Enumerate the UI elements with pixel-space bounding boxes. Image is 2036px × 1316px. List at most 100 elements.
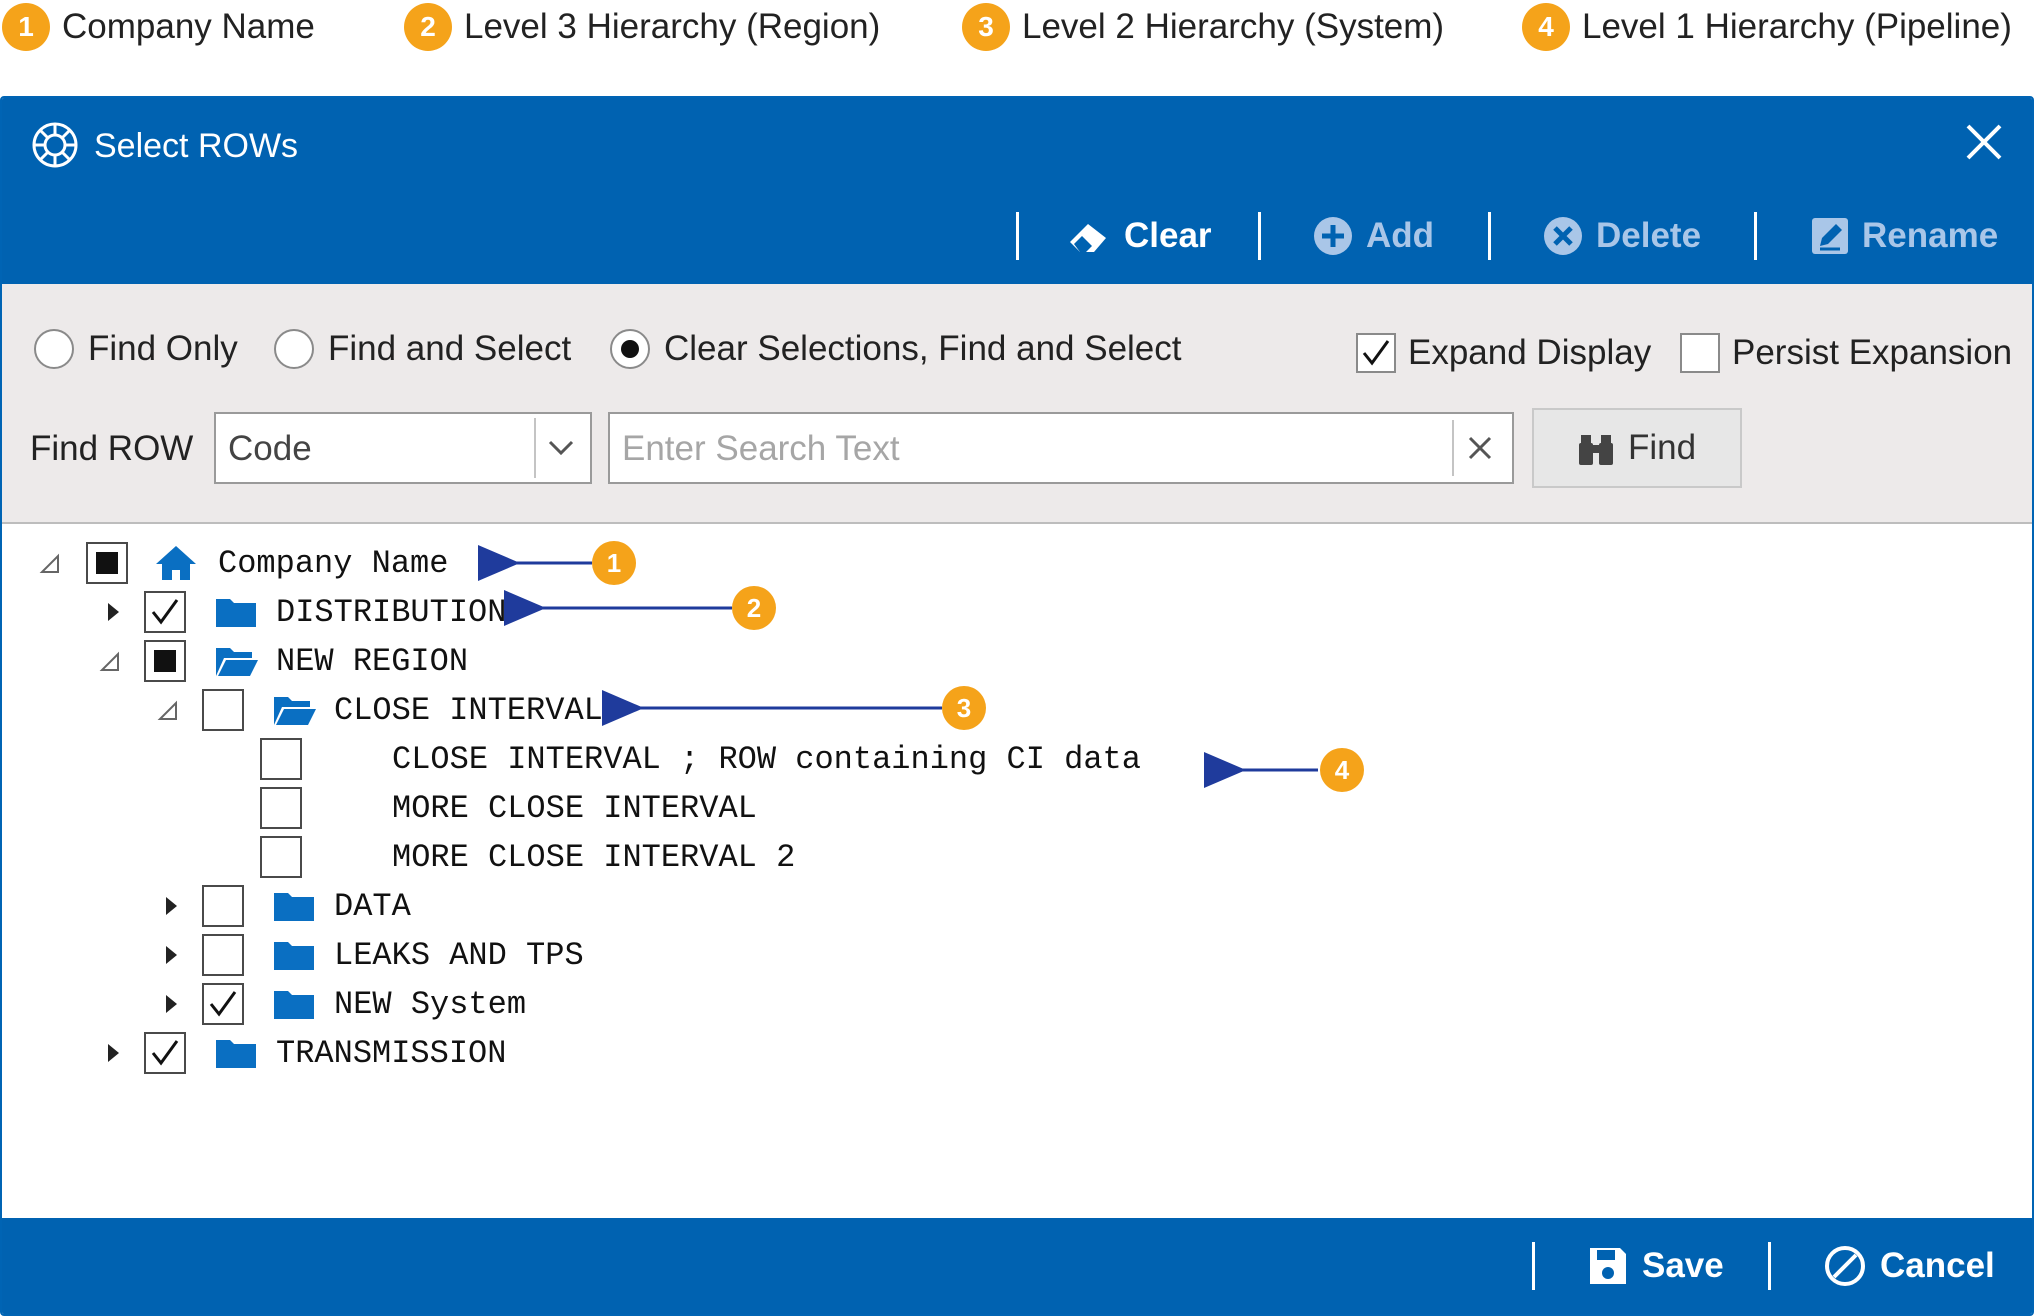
find-only-radio[interactable]: Find Only (34, 324, 238, 374)
checkbox-box (1356, 333, 1396, 373)
toolbar-separator (1754, 212, 1757, 260)
legend-label: Level 1 Hierarchy (Pipeline) (1582, 7, 2012, 46)
tree-node-close-interval[interactable]: CLOSE INTERVAL (2, 687, 902, 735)
folder-icon (274, 991, 314, 1019)
app-logo-icon (32, 122, 78, 168)
find-row-label: Find ROW (30, 429, 194, 468)
chevron-down-icon (548, 440, 574, 456)
x-circle-icon (1544, 217, 1582, 255)
tree-checkbox-partial[interactable] (144, 640, 186, 682)
annotation-badge-2: 2 (732, 586, 776, 630)
collapse-icon[interactable] (34, 548, 64, 578)
tree-node-data[interactable]: DATA (2, 883, 902, 931)
tree-node-new-system[interactable]: NEW System (2, 981, 902, 1029)
dialog-footer: Save Cancel (2, 1218, 2032, 1314)
row-tree: Company Name DISTRIBUTION NEW REGION CLO… (2, 524, 2032, 1222)
plus-circle-icon (1314, 217, 1352, 255)
radio-circle-selected (610, 329, 650, 369)
tree-checkbox[interactable] (260, 738, 302, 780)
footer-separator (1532, 1242, 1535, 1290)
legend-label: Level 2 Hierarchy (System) (1022, 7, 1445, 46)
expand-icon[interactable] (156, 989, 186, 1019)
search-input[interactable] (620, 422, 1424, 476)
radio-circle (34, 329, 74, 369)
find-button[interactable]: Find (1532, 408, 1742, 488)
tree-node-label: DISTRIBUTION (276, 594, 507, 631)
check-icon (151, 1040, 179, 1066)
tree-node-label: CLOSE INTERVAL ; ROW containing CI data (392, 741, 1141, 778)
cancel-icon (1825, 1246, 1865, 1286)
toolbar-separator (1258, 212, 1261, 260)
tree-node-label: LEAKS AND TPS (334, 937, 584, 974)
clear-search-button[interactable] (1452, 420, 1506, 476)
clear-find-select-radio[interactable]: Clear Selections, Find and Select (610, 324, 1182, 374)
tree-checkbox-partial[interactable] (86, 542, 128, 584)
expand-icon[interactable] (156, 891, 186, 921)
legend-item-system: 3 Level 2 Hierarchy (System) (962, 2, 1444, 52)
persist-expansion-checkbox[interactable]: Persist Expansion (1680, 328, 2012, 378)
annotation-badge-1: 1 (592, 541, 636, 585)
cancel-button[interactable]: Cancel (1824, 1238, 1995, 1294)
select-rows-dialog: Select ROWs Clear Add Delete Rename Find… (0, 96, 2034, 1316)
tree-checkbox-checked[interactable] (144, 1032, 186, 1074)
toolbar-separator (1016, 212, 1019, 260)
tree-node-transmission[interactable]: TRANSMISSION (2, 1030, 902, 1078)
tree-node-pipeline[interactable]: MORE CLOSE INTERVAL 2 (2, 834, 902, 882)
close-icon[interactable] (1962, 120, 2006, 164)
clear-button[interactable]: Clear (1066, 208, 1212, 264)
folder-icon (216, 599, 256, 627)
tree-checkbox[interactable] (202, 689, 244, 731)
expand-icon[interactable] (98, 1038, 128, 1068)
annotation-badge-4: 4 (1320, 748, 1364, 792)
tree-node-label: MORE CLOSE INTERVAL (392, 790, 757, 827)
legend-item-pipeline: 4 Level 1 Hierarchy (Pipeline) (1522, 2, 2012, 52)
find-field-select[interactable]: Code (214, 412, 592, 484)
check-icon (151, 599, 179, 625)
legend: 1 Company Name 2 Level 3 Hierarchy (Regi… (0, 0, 2036, 60)
collapse-icon[interactable] (152, 695, 182, 725)
tree-checkbox[interactable] (260, 836, 302, 878)
legend-label: Company Name (62, 7, 315, 46)
tree-node-pipeline[interactable]: CLOSE INTERVAL ; ROW containing CI data (2, 736, 1202, 784)
tree-node-pipeline[interactable]: MORE CLOSE INTERVAL (2, 785, 902, 833)
folder-icon (274, 942, 314, 970)
tree-node-leaks[interactable]: LEAKS AND TPS (2, 932, 902, 980)
binoculars-icon (1578, 435, 1613, 465)
tree-node-new-region[interactable]: NEW REGION (2, 638, 902, 686)
legend-badge: 4 (1522, 3, 1570, 51)
expand-display-checkbox[interactable]: Expand Display (1356, 328, 1651, 378)
tree-checkbox-checked[interactable] (202, 983, 244, 1025)
find-field-value: Code (228, 429, 312, 468)
save-icon (1590, 1248, 1626, 1284)
save-button[interactable]: Save (1588, 1238, 1724, 1294)
dialog-title: Select ROWs (94, 127, 299, 165)
tree-node-label: TRANSMISSION (276, 1035, 507, 1072)
find-and-select-radio[interactable]: Find and Select (274, 324, 571, 374)
add-button[interactable]: Add (1312, 208, 1434, 264)
dropdown-toggle[interactable] (534, 418, 586, 478)
check-icon (209, 991, 237, 1017)
legend-item-company: 1 Company Name (2, 2, 315, 52)
tree-node-label: Company Name (218, 545, 449, 582)
tree-node-label: NEW System (334, 986, 527, 1023)
folder-open-icon (216, 648, 258, 676)
collapse-icon[interactable] (94, 646, 124, 676)
delete-button[interactable]: Delete (1542, 208, 1701, 264)
tree-checkbox[interactable] (202, 934, 244, 976)
tree-checkbox[interactable] (202, 885, 244, 927)
tree-node-company[interactable]: Company Name (2, 540, 902, 588)
tree-checkbox-checked[interactable] (144, 591, 186, 633)
tree-node-label: MORE CLOSE INTERVAL 2 (392, 839, 796, 876)
close-icon (1468, 436, 1492, 460)
check-icon (1362, 340, 1390, 366)
tree-checkbox[interactable] (260, 787, 302, 829)
legend-label: Level 3 Hierarchy (Region) (464, 7, 881, 46)
expand-icon[interactable] (98, 597, 128, 627)
rename-button[interactable]: Rename (1810, 208, 1998, 264)
legend-badge: 2 (404, 3, 452, 51)
legend-badge: 1 (2, 3, 50, 51)
footer-separator (1768, 1242, 1771, 1290)
toolbar-separator (1488, 212, 1491, 260)
expand-icon[interactable] (156, 940, 186, 970)
checkbox-box (1680, 333, 1720, 373)
